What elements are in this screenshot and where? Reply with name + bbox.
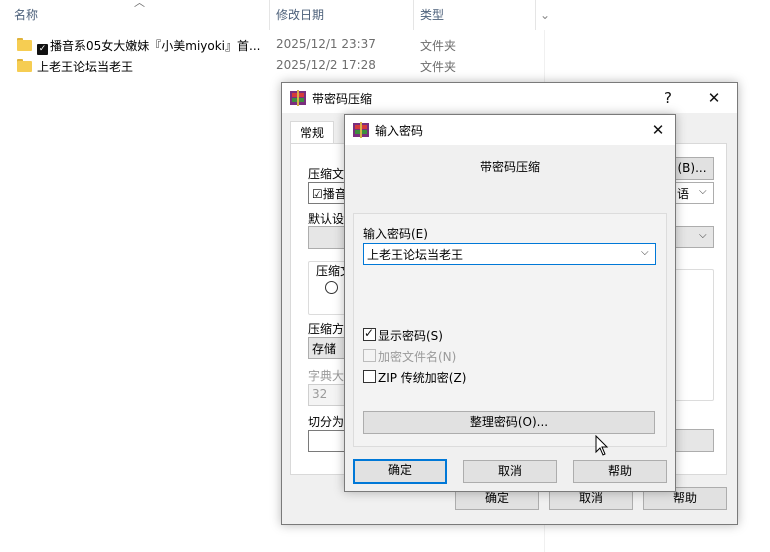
- file-name: 上老王论坛当老王: [37, 60, 134, 74]
- browse-button[interactable]: (B)...: [670, 157, 714, 180]
- archive-dialog-title: 带密码压缩: [312, 92, 373, 106]
- password-cancel-button[interactable]: 取消: [463, 460, 557, 483]
- file-name-text: 播音系05女大嫩妹『小美miyoki』首...: [50, 39, 261, 53]
- column-header-name[interactable]: 名称: [14, 0, 38, 30]
- password-dialog: 输入密码 ✕ 带密码压缩 输入密码(E) 上老王论坛当老王 ⌵ 显示密码(S) …: [344, 114, 676, 492]
- folder-icon: [17, 38, 32, 51]
- folder-icon: [17, 59, 32, 72]
- chevron-down-icon[interactable]: ⌵: [641, 247, 649, 258]
- password-value: 上老王论坛当老王: [367, 248, 464, 262]
- column-divider[interactable]: [535, 0, 536, 30]
- close-icon[interactable]: ✕: [643, 117, 673, 143]
- file-date: 2025/12/2 17:28: [276, 58, 376, 72]
- dictionary-size-label: 字典大: [308, 369, 345, 383]
- compression-method-label: 压缩方: [308, 322, 345, 336]
- password-help-button[interactable]: 帮助: [573, 460, 667, 483]
- column-header-date[interactable]: 修改日期: [276, 0, 324, 30]
- file-name: ✓ 播音系05女大嫩妹『小美miyoki』首...: [37, 37, 260, 55]
- zip-legacy-encryption-label: ZIP 传统加密(Z): [378, 371, 467, 385]
- dictionary-size-value: 32: [312, 387, 328, 401]
- password-dialog-heading: 带密码压缩: [479, 160, 540, 174]
- language-dropdown[interactable]: 语 ⌵: [670, 182, 714, 204]
- chevron-down-icon: ⌵: [699, 186, 707, 197]
- organize-passwords-button[interactable]: 整理密码(O)...: [363, 411, 655, 434]
- format-radio[interactable]: [325, 281, 338, 294]
- set-password-button[interactable]: [670, 429, 714, 452]
- column-header-overflow[interactable]: ⌄: [540, 0, 550, 30]
- compression-method-value: 存储: [312, 342, 337, 356]
- encrypt-filenames-label: 加密文件名(N): [378, 350, 457, 364]
- column-header-type[interactable]: 类型: [420, 0, 444, 30]
- archive-name-value: ☑播音: [312, 187, 347, 201]
- password-dialog-titlebar[interactable]: 输入密码 ✕: [345, 115, 675, 145]
- file-row[interactable]: 上老王论坛当老王 2025/12/2 17:28 文件夹: [0, 56, 770, 76]
- chevron-down-icon: ⌵: [699, 230, 707, 241]
- winrar-icon: [290, 90, 306, 106]
- winrar-icon: [353, 122, 369, 138]
- help-icon[interactable]: ?: [653, 85, 683, 111]
- password-input[interactable]: 上老王论坛当老王 ⌵: [363, 243, 656, 265]
- file-date: 2025/12/1 23:37: [276, 37, 376, 51]
- language-dropdown-value: 语: [677, 187, 690, 201]
- column-divider[interactable]: [413, 0, 414, 30]
- show-password-label: 显示密码(S): [378, 329, 443, 343]
- password-label: 输入密码(E): [363, 227, 428, 241]
- archive-name-label: 压缩文: [308, 167, 345, 181]
- checkbox-emoji-icon: ✓: [37, 44, 48, 55]
- sort-ascending-icon[interactable]: ︿: [134, 0, 145, 10]
- zip-legacy-encryption-checkbox[interactable]: [363, 370, 376, 383]
- show-password-checkbox[interactable]: [363, 326, 376, 341]
- password-ok-button[interactable]: 确定: [353, 459, 447, 484]
- options-group: [670, 269, 714, 401]
- close-icon[interactable]: ✕: [699, 85, 729, 111]
- column-divider[interactable]: [269, 0, 270, 30]
- file-type: 文件夹: [420, 39, 457, 53]
- encrypt-filenames-checkbox[interactable]: [363, 349, 376, 362]
- password-dialog-title: 输入密码: [375, 124, 424, 138]
- file-row[interactable]: ✓ 播音系05女大嫩妹『小美miyoki』首... 2025/12/1 23:37…: [0, 35, 770, 55]
- file-type: 文件夹: [420, 60, 457, 74]
- update-mode-dropdown[interactable]: ⌵: [670, 226, 714, 248]
- archive-dialog-titlebar[interactable]: 带密码压缩 ? ✕: [282, 83, 737, 113]
- mouse-pointer-icon: [595, 435, 609, 456]
- tab-general[interactable]: 常规: [290, 121, 334, 144]
- default-profile-label: 默认设: [308, 212, 345, 226]
- split-volumes-label: 切分为: [308, 415, 345, 429]
